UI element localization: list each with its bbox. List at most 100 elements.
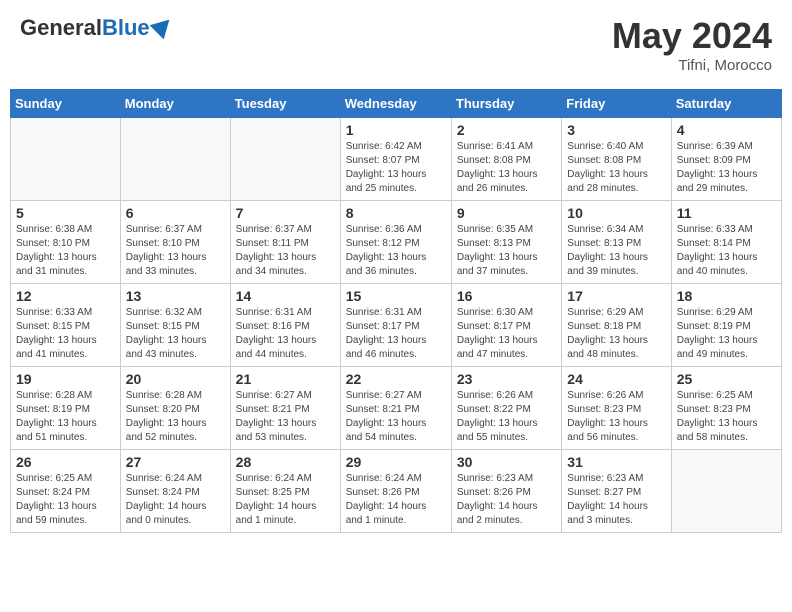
day-number: 3 [567, 122, 665, 138]
calendar-cell: 14 Sunrise: 6:31 AM Sunset: 8:16 PM Dayli… [230, 284, 340, 367]
calendar-cell: 16 Sunrise: 6:30 AM Sunset: 8:17 PM Dayli… [451, 284, 561, 367]
calendar-week-row: 26Sunrise: 6:25 AM Sunset: 8:24 PM Dayli… [11, 450, 782, 533]
day-info: Sunrise: 6:33 AM Sunset: 8:14 PM Dayligh… [677, 223, 776, 279]
calendar-cell: 2Sunrise: 6:41 AM Sunset: 8:08 PM Daylig… [451, 118, 561, 201]
col-tuesday: Tuesday [230, 90, 340, 118]
calendar-week-row: 19 Sunrise: 6:28 AM Sunset: 8:19 PM Dayli… [11, 367, 782, 450]
calendar-cell: 10 Sunrise: 6:34 AM Sunset: 8:13 PM Dayli… [562, 201, 671, 284]
calendar-cell: 17 Sunrise: 6:29 AM Sunset: 8:18 PM Dayli… [562, 284, 671, 367]
day-info: Sunrise: 6:24 AM Sunset: 8:25 PM Dayligh… [236, 472, 335, 528]
day-info: Sunrise: 6:41 AM Sunset: 8:08 PM Dayligh… [457, 140, 556, 196]
day-number: 31 [567, 454, 665, 470]
day-info: Sunrise: 6:27 AM Sunset: 8:21 PM Dayligh… [236, 389, 335, 445]
day-number: 14 [236, 288, 335, 304]
day-number: 9 [457, 205, 556, 221]
day-info: Sunrise: 6:25 AM Sunset: 8:23 PM Dayligh… [677, 389, 776, 445]
logo-blue-text: Blue [102, 15, 150, 41]
calendar-cell: 25 Sunrise: 6:25 AM Sunset: 8:23 PM Dayli… [671, 367, 781, 450]
calendar-cell: 31 Sunrise: 6:23 AM Sunset: 8:27 PM Dayli… [562, 450, 671, 533]
calendar-cell: 3 Sunrise: 6:40 AM Sunset: 8:08 PM Daylig… [562, 118, 671, 201]
calendar-cell: 7 Sunrise: 6:37 AM Sunset: 8:11 PM Daylig… [230, 201, 340, 284]
day-number: 30 [457, 454, 556, 470]
day-number: 19 [16, 371, 115, 387]
day-info: Sunrise: 6:36 AM Sunset: 8:12 PM Dayligh… [346, 223, 446, 279]
calendar-cell: 11 Sunrise: 6:33 AM Sunset: 8:14 PM Dayli… [671, 201, 781, 284]
day-number: 26 [16, 454, 115, 470]
day-info: Sunrise: 6:37 AM Sunset: 8:10 PM Dayligh… [126, 223, 225, 279]
day-number: 25 [677, 371, 776, 387]
day-number: 1 [346, 122, 446, 138]
day-info: Sunrise: 6:31 AM Sunset: 8:17 PM Dayligh… [346, 306, 446, 362]
calendar-cell: 15 Sunrise: 6:31 AM Sunset: 8:17 PM Dayli… [340, 284, 451, 367]
day-info: Sunrise: 6:34 AM Sunset: 8:13 PM Dayligh… [567, 223, 665, 279]
day-number: 21 [236, 371, 335, 387]
calendar-cell: 19 Sunrise: 6:28 AM Sunset: 8:19 PM Dayli… [11, 367, 121, 450]
calendar-cell: 26Sunrise: 6:25 AM Sunset: 8:24 PM Dayli… [11, 450, 121, 533]
day-info: Sunrise: 6:27 AM Sunset: 8:21 PM Dayligh… [346, 389, 446, 445]
day-number: 4 [677, 122, 776, 138]
day-number: 23 [457, 371, 556, 387]
page-header: General Blue May 2024 Tifni, Morocco [10, 10, 782, 79]
logo: General Blue [20, 15, 173, 41]
logo-general-text: General [20, 15, 102, 41]
day-info: Sunrise: 6:24 AM Sunset: 8:26 PM Dayligh… [346, 472, 446, 528]
day-number: 12 [16, 288, 115, 304]
day-number: 17 [567, 288, 665, 304]
calendar-cell: 1 Sunrise: 6:42 AM Sunset: 8:07 PM Daylig… [340, 118, 451, 201]
day-info: Sunrise: 6:33 AM Sunset: 8:15 PM Dayligh… [16, 306, 115, 362]
day-info: Sunrise: 6:26 AM Sunset: 8:22 PM Dayligh… [457, 389, 556, 445]
day-info: Sunrise: 6:28 AM Sunset: 8:19 PM Dayligh… [16, 389, 115, 445]
day-number: 20 [126, 371, 225, 387]
day-info: Sunrise: 6:23 AM Sunset: 8:26 PM Dayligh… [457, 472, 556, 528]
day-info: Sunrise: 6:26 AM Sunset: 8:23 PM Dayligh… [567, 389, 665, 445]
day-number: 7 [236, 205, 335, 221]
day-number: 15 [346, 288, 446, 304]
calendar-cell: 21 Sunrise: 6:27 AM Sunset: 8:21 PM Dayli… [230, 367, 340, 450]
calendar-cell: 28 Sunrise: 6:24 AM Sunset: 8:25 PM Dayli… [230, 450, 340, 533]
calendar-cell [230, 118, 340, 201]
day-info: Sunrise: 6:39 AM Sunset: 8:09 PM Dayligh… [677, 140, 776, 196]
col-friday: Friday [562, 90, 671, 118]
col-sunday: Sunday [11, 90, 121, 118]
day-number: 10 [567, 205, 665, 221]
day-info: Sunrise: 6:37 AM Sunset: 8:11 PM Dayligh… [236, 223, 335, 279]
calendar-week-row: 12 Sunrise: 6:33 AM Sunset: 8:15 PM Dayli… [11, 284, 782, 367]
month-year-title: May 2024 [612, 15, 772, 57]
day-info: Sunrise: 6:29 AM Sunset: 8:18 PM Dayligh… [567, 306, 665, 362]
day-number: 6 [126, 205, 225, 221]
day-number: 28 [236, 454, 335, 470]
day-number: 13 [126, 288, 225, 304]
calendar-cell [11, 118, 121, 201]
day-info: Sunrise: 6:38 AM Sunset: 8:10 PM Dayligh… [16, 223, 115, 279]
day-info: Sunrise: 6:31 AM Sunset: 8:16 PM Dayligh… [236, 306, 335, 362]
day-info: Sunrise: 6:40 AM Sunset: 8:08 PM Dayligh… [567, 140, 665, 196]
day-number: 11 [677, 205, 776, 221]
calendar-week-row: 1 Sunrise: 6:42 AM Sunset: 8:07 PM Daylig… [11, 118, 782, 201]
calendar-cell: 22Sunrise: 6:27 AM Sunset: 8:21 PM Dayli… [340, 367, 451, 450]
calendar-cell: 29 Sunrise: 6:24 AM Sunset: 8:26 PM Dayli… [340, 450, 451, 533]
day-number: 16 [457, 288, 556, 304]
calendar-cell: 9 Sunrise: 6:35 AM Sunset: 8:13 PM Daylig… [451, 201, 561, 284]
day-number: 29 [346, 454, 446, 470]
calendar-cell: 23 Sunrise: 6:26 AM Sunset: 8:22 PM Dayli… [451, 367, 561, 450]
day-number: 27 [126, 454, 225, 470]
day-info: Sunrise: 6:35 AM Sunset: 8:13 PM Dayligh… [457, 223, 556, 279]
calendar-cell: 12 Sunrise: 6:33 AM Sunset: 8:15 PM Dayli… [11, 284, 121, 367]
calendar-cell [671, 450, 781, 533]
day-number: 18 [677, 288, 776, 304]
col-saturday: Saturday [671, 90, 781, 118]
calendar-cell: 8Sunrise: 6:36 AM Sunset: 8:12 PM Daylig… [340, 201, 451, 284]
day-info: Sunrise: 6:30 AM Sunset: 8:17 PM Dayligh… [457, 306, 556, 362]
calendar-table: Sunday Monday Tuesday Wednesday Thursday… [10, 89, 782, 533]
calendar-cell: 4 Sunrise: 6:39 AM Sunset: 8:09 PM Daylig… [671, 118, 781, 201]
calendar-cell: 5 Sunrise: 6:38 AM Sunset: 8:10 PM Daylig… [11, 201, 121, 284]
title-block: May 2024 Tifni, Morocco [612, 15, 772, 74]
day-info: Sunrise: 6:28 AM Sunset: 8:20 PM Dayligh… [126, 389, 225, 445]
calendar-cell: 18Sunrise: 6:29 AM Sunset: 8:19 PM Dayli… [671, 284, 781, 367]
col-monday: Monday [120, 90, 230, 118]
day-info: Sunrise: 6:23 AM Sunset: 8:27 PM Dayligh… [567, 472, 665, 528]
day-number: 5 [16, 205, 115, 221]
day-info: Sunrise: 6:42 AM Sunset: 8:07 PM Dayligh… [346, 140, 446, 196]
calendar-cell: 13Sunrise: 6:32 AM Sunset: 8:15 PM Dayli… [120, 284, 230, 367]
location-subtitle: Tifni, Morocco [612, 57, 772, 74]
